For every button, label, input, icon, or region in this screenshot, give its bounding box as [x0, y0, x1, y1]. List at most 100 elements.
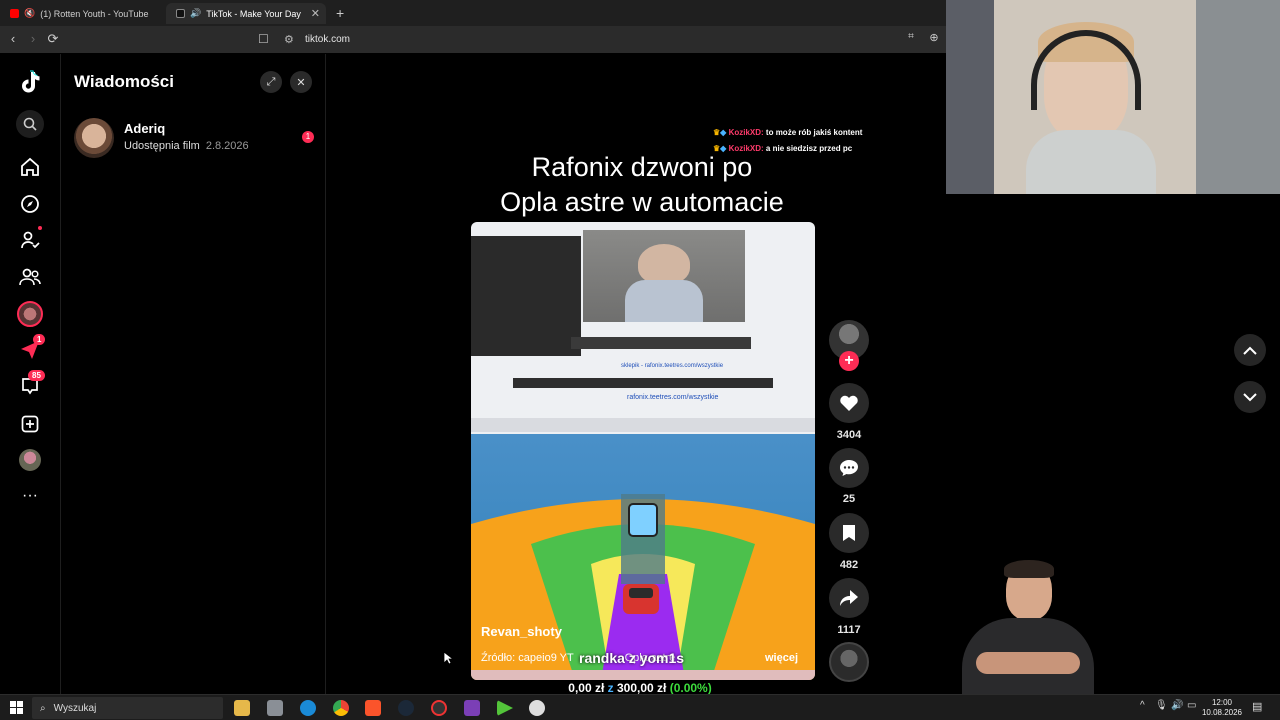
- shirt-shape: [1026, 130, 1156, 194]
- tiktok-icon: [176, 9, 185, 18]
- comment-count: 25: [842, 493, 856, 505]
- guest-webcam: [962, 560, 1094, 694]
- taskbar-clock[interactable]: 12:00 10.08.2026: [1198, 698, 1246, 718]
- taskbar-search[interactable]: ⌕ Wyszukaj: [32, 697, 223, 719]
- close-icon[interactable]: ✕: [290, 71, 312, 93]
- video-description-text: Źródło: capeio9 YT: [481, 652, 574, 664]
- donation-goal: 0,00 zł z 300,00 zł (0.00%): [540, 681, 740, 695]
- play-icon[interactable]: [497, 700, 513, 716]
- app-icon[interactable]: [464, 700, 480, 716]
- chrome-icon[interactable]: [333, 700, 349, 716]
- address-bar[interactable]: tiktok.com: [305, 34, 350, 45]
- previous-video-button[interactable]: [1234, 334, 1266, 366]
- arms-shape: [976, 652, 1080, 674]
- heart-icon: [840, 395, 858, 411]
- tab-youtube[interactable]: 🔇 (1) Rotten Youth - YouTube: [0, 3, 165, 24]
- stream-sidebar-panel: [471, 236, 581, 356]
- windows-start-icon[interactable]: [10, 701, 23, 714]
- volume-icon[interactable]: 🔊: [1171, 700, 1183, 711]
- speaker-icon[interactable]: 🔊: [190, 8, 201, 19]
- donation-separator: z: [607, 681, 614, 695]
- app-icon[interactable]: [529, 700, 545, 716]
- activity-badge: 85: [28, 370, 45, 381]
- messages-panel: Wiadomości ⤢ ✕ Aderiq Udostępnia film 2.8…: [62, 54, 326, 694]
- plus-square-icon[interactable]: [16, 410, 44, 438]
- inbox-icon[interactable]: 85: [16, 370, 45, 400]
- wall-shape: [1196, 0, 1280, 194]
- brave-icon[interactable]: [365, 700, 381, 716]
- steam-icon[interactable]: [398, 700, 414, 716]
- translate-icon[interactable]: ⌗: [902, 31, 920, 42]
- save-button[interactable]: [829, 513, 869, 553]
- messages-title: Wiadomości: [74, 72, 174, 91]
- browser-nav-bar: ‹ › ⟳ ☐ ⚙ tiktok.com ⌗ ⊕: [0, 26, 946, 54]
- music-disc-icon[interactable]: [829, 642, 869, 682]
- avatar: [74, 118, 114, 158]
- forward-arrow-icon[interactable]: ›: [24, 31, 42, 46]
- unread-badge: 1: [302, 131, 314, 143]
- conversation-preview: Udostępnia film 2.8.2026: [124, 140, 249, 152]
- tiktok-sidebar: 1 85 ···: [0, 54, 61, 694]
- back-arrow-icon[interactable]: ‹: [4, 31, 22, 46]
- windows-taskbar: ⌕ Wyszukaj ^ 🎙 🔊 ▭ 12:00 10.08.2026 ▤: [0, 694, 1280, 720]
- reload-icon[interactable]: ⟳: [44, 31, 62, 47]
- notifications-icon[interactable]: ▤: [1252, 700, 1262, 713]
- overlay-bar: [571, 337, 751, 349]
- conversation-date: 2.8.2026: [205, 140, 249, 152]
- network-icon[interactable]: ▭: [1187, 700, 1196, 711]
- chevron-down-icon: [1243, 392, 1257, 401]
- new-tab-button[interactable]: +: [336, 5, 344, 21]
- bookmark-icon[interactable]: ☐: [258, 32, 269, 46]
- hair-shape: [1004, 560, 1054, 578]
- site-info-icon[interactable]: ⚙: [284, 33, 294, 46]
- save-count: 482: [839, 559, 859, 571]
- conversation-name: Aderiq: [124, 121, 166, 136]
- next-video-button[interactable]: [1234, 381, 1266, 413]
- like-button[interactable]: [829, 383, 869, 423]
- tab-tiktok[interactable]: 🔊 TikTok - Make Your Day ✕: [166, 3, 326, 24]
- mouse-cursor-icon: [443, 651, 453, 665]
- follow-plus-icon[interactable]: +: [839, 351, 859, 371]
- friends-icon[interactable]: [16, 263, 44, 291]
- clock-time: 12:00: [1211, 698, 1233, 707]
- video-overlay-text: randka z yom1s: [579, 650, 685, 666]
- more-link[interactable]: więcej: [765, 652, 798, 664]
- live-icon[interactable]: [16, 300, 44, 328]
- send-icon[interactable]: 1: [16, 334, 46, 364]
- compass-icon[interactable]: [16, 190, 44, 218]
- conversation-preview-text: Udostępnia film: [124, 140, 200, 152]
- chat-text: to może rób jakiś kontent: [765, 128, 863, 137]
- tiktok-logo-icon[interactable]: [16, 68, 44, 96]
- tray-chevron-icon[interactable]: ^: [1140, 700, 1145, 711]
- comment-icon: [840, 460, 858, 476]
- obs-icon[interactable]: [431, 700, 447, 716]
- share-button[interactable]: [829, 578, 869, 618]
- home-icon[interactable]: [16, 153, 44, 181]
- app-icon[interactable]: [267, 700, 283, 716]
- zoom-icon[interactable]: ⊕: [925, 31, 943, 44]
- microphone-icon[interactable]: 🎙: [1155, 700, 1168, 711]
- close-tab-icon[interactable]: ✕: [311, 7, 320, 20]
- video-player[interactable]: sklepik - rafonix.teetres.com/wszystkie …: [471, 222, 815, 680]
- edge-icon[interactable]: [300, 700, 316, 716]
- avatar-icon[interactable]: [16, 446, 44, 474]
- conversation-item[interactable]: Aderiq Udostępnia film 2.8.2026 1: [62, 112, 325, 164]
- expand-icon[interactable]: ⤢: [260, 71, 282, 93]
- video-author[interactable]: Revan_shoty: [481, 624, 562, 639]
- donation-goal-amount: 300,00 zł: [616, 681, 667, 695]
- comment-button[interactable]: [829, 448, 869, 488]
- search-icon[interactable]: [16, 110, 44, 138]
- following-icon[interactable]: [16, 226, 44, 254]
- tab-label: (1) Rotten Youth - YouTube: [40, 8, 149, 19]
- chevron-up-icon: [1243, 346, 1257, 355]
- browser-tab-bar: 🔇 (1) Rotten Youth - YouTube 🔊 TikTok - …: [0, 0, 946, 26]
- caption-line-1: Rafonix dzwoni po: [531, 152, 753, 182]
- ellipsis-icon[interactable]: ···: [16, 482, 44, 510]
- file-explorer-icon[interactable]: [234, 700, 250, 716]
- face-shape: [638, 244, 690, 284]
- share-icon: [840, 590, 858, 606]
- video-game-capture: [471, 434, 815, 680]
- bookmark-icon: [843, 525, 855, 541]
- muted-speaker-icon[interactable]: 🔇: [24, 8, 35, 19]
- share-count: 1117: [837, 624, 861, 636]
